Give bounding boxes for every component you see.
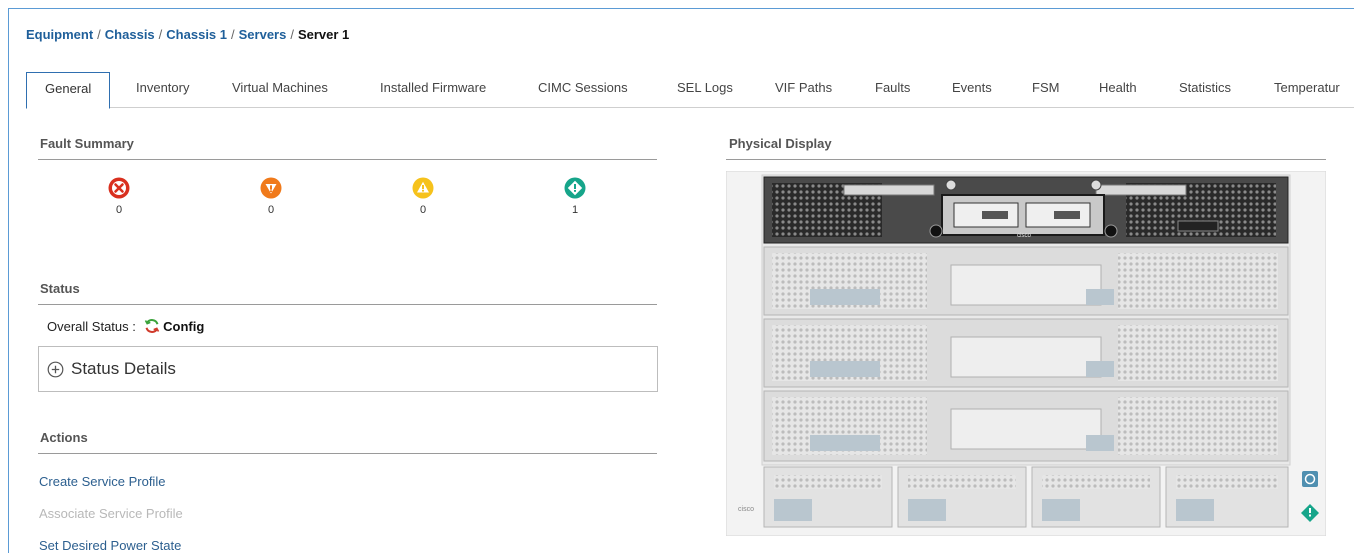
tab-health[interactable]: Health	[1081, 72, 1155, 108]
tab-events[interactable]: Events	[934, 72, 1010, 108]
minor-fault-icon	[412, 177, 434, 199]
status-divider	[38, 304, 657, 305]
status-details-label: Status Details	[71, 359, 176, 378]
server-blade-2[interactable]	[763, 246, 1289, 316]
create-service-profile-link[interactable]: Create Service Profile	[39, 474, 165, 489]
tab-inventory[interactable]: Inventory	[118, 72, 207, 108]
server-blade-4[interactable]	[763, 390, 1289, 462]
config-status-icon	[144, 319, 159, 333]
server-blade-1[interactable]: cisco	[763, 176, 1289, 244]
physical-display-divider	[726, 159, 1326, 160]
power-supplies[interactable]	[763, 466, 1289, 528]
critical-fault[interactable]: 0	[99, 176, 139, 216]
breadcrumb-separator: /	[158, 27, 163, 42]
breadcrumb-separator: /	[290, 27, 294, 42]
critical-fault-count: 0	[115, 204, 123, 216]
breadcrumb: Equipment / Chassis / Chassis 1/Servers / Serv…	[26, 27, 349, 42]
minor-fault[interactable]: 0	[403, 176, 443, 216]
breadcrumb-chassis-1[interactable]: Chassis 1	[166, 27, 227, 42]
major-fault-icon	[260, 177, 282, 199]
chassis-image[interactable]: cisco cisco	[726, 171, 1326, 536]
tab-sel-logs[interactable]: SEL Logs	[659, 72, 751, 108]
breadcrumb-chassis[interactable]: Chassis	[105, 27, 155, 42]
breadcrumb-separator: /	[97, 27, 101, 42]
overall-status-value: Config	[163, 319, 205, 334]
associate-service-profile-link: Associate Service Profile	[39, 506, 183, 521]
fault-summary-title: Fault Summary	[40, 136, 134, 151]
tab-cimc-sessions[interactable]: CIMC Sessions	[520, 72, 646, 108]
critical-fault-icon	[108, 177, 130, 199]
tab-general[interactable]: General	[26, 72, 111, 109]
breadcrumb-equipment[interactable]: Equipment	[26, 27, 93, 42]
breadcrumb-separator: /	[231, 27, 235, 42]
warning-fault-icon	[564, 177, 586, 199]
breadcrumb-current: Server 1	[297, 27, 350, 42]
overall-status: Overall Status : Config	[47, 318, 204, 334]
major-fault[interactable]: 0	[251, 176, 291, 216]
status-details-panel[interactable]: Status Details	[38, 346, 658, 392]
set-desired-power-state-link[interactable]: Set Desired Power State	[39, 538, 181, 553]
expand-plus-icon[interactable]	[47, 361, 64, 378]
tab-installed-firmware[interactable]: Installed Firmware	[362, 72, 504, 108]
tab-fsm[interactable]: FSM	[1014, 72, 1077, 108]
breadcrumb-servers[interactable]: Servers	[239, 27, 287, 42]
tab-vif-paths[interactable]: VIF Paths	[757, 72, 850, 108]
physical-display-title: Physical Display	[729, 136, 832, 151]
overall-status-label: Overall Status :	[47, 319, 136, 334]
chassis-status-icon[interactable]	[1302, 471, 1318, 487]
tab-faults[interactable]: Faults	[857, 72, 928, 108]
tab-statistics[interactable]: Statistics	[1161, 72, 1249, 108]
fault-summary-divider	[38, 159, 657, 160]
server-blade-3[interactable]	[763, 318, 1289, 388]
warning-fault-count: 1	[571, 204, 579, 216]
major-fault-count: 0	[267, 204, 275, 216]
actions-divider	[38, 453, 657, 454]
tab-bar: General Inventory Virtual Machines Insta…	[26, 72, 1354, 109]
minor-fault-count: 0	[419, 204, 427, 216]
tab-virtual-machines[interactable]: Virtual Machines	[214, 72, 346, 108]
svg-text:cisco: cisco	[1017, 233, 1031, 239]
tab-temperature[interactable]: Temperatur	[1256, 72, 1354, 108]
cisco-logo: cisco	[738, 506, 754, 513]
warning-fault[interactable]: 1	[555, 176, 595, 216]
status-title: Status	[40, 281, 80, 296]
actions-title: Actions	[40, 430, 88, 445]
